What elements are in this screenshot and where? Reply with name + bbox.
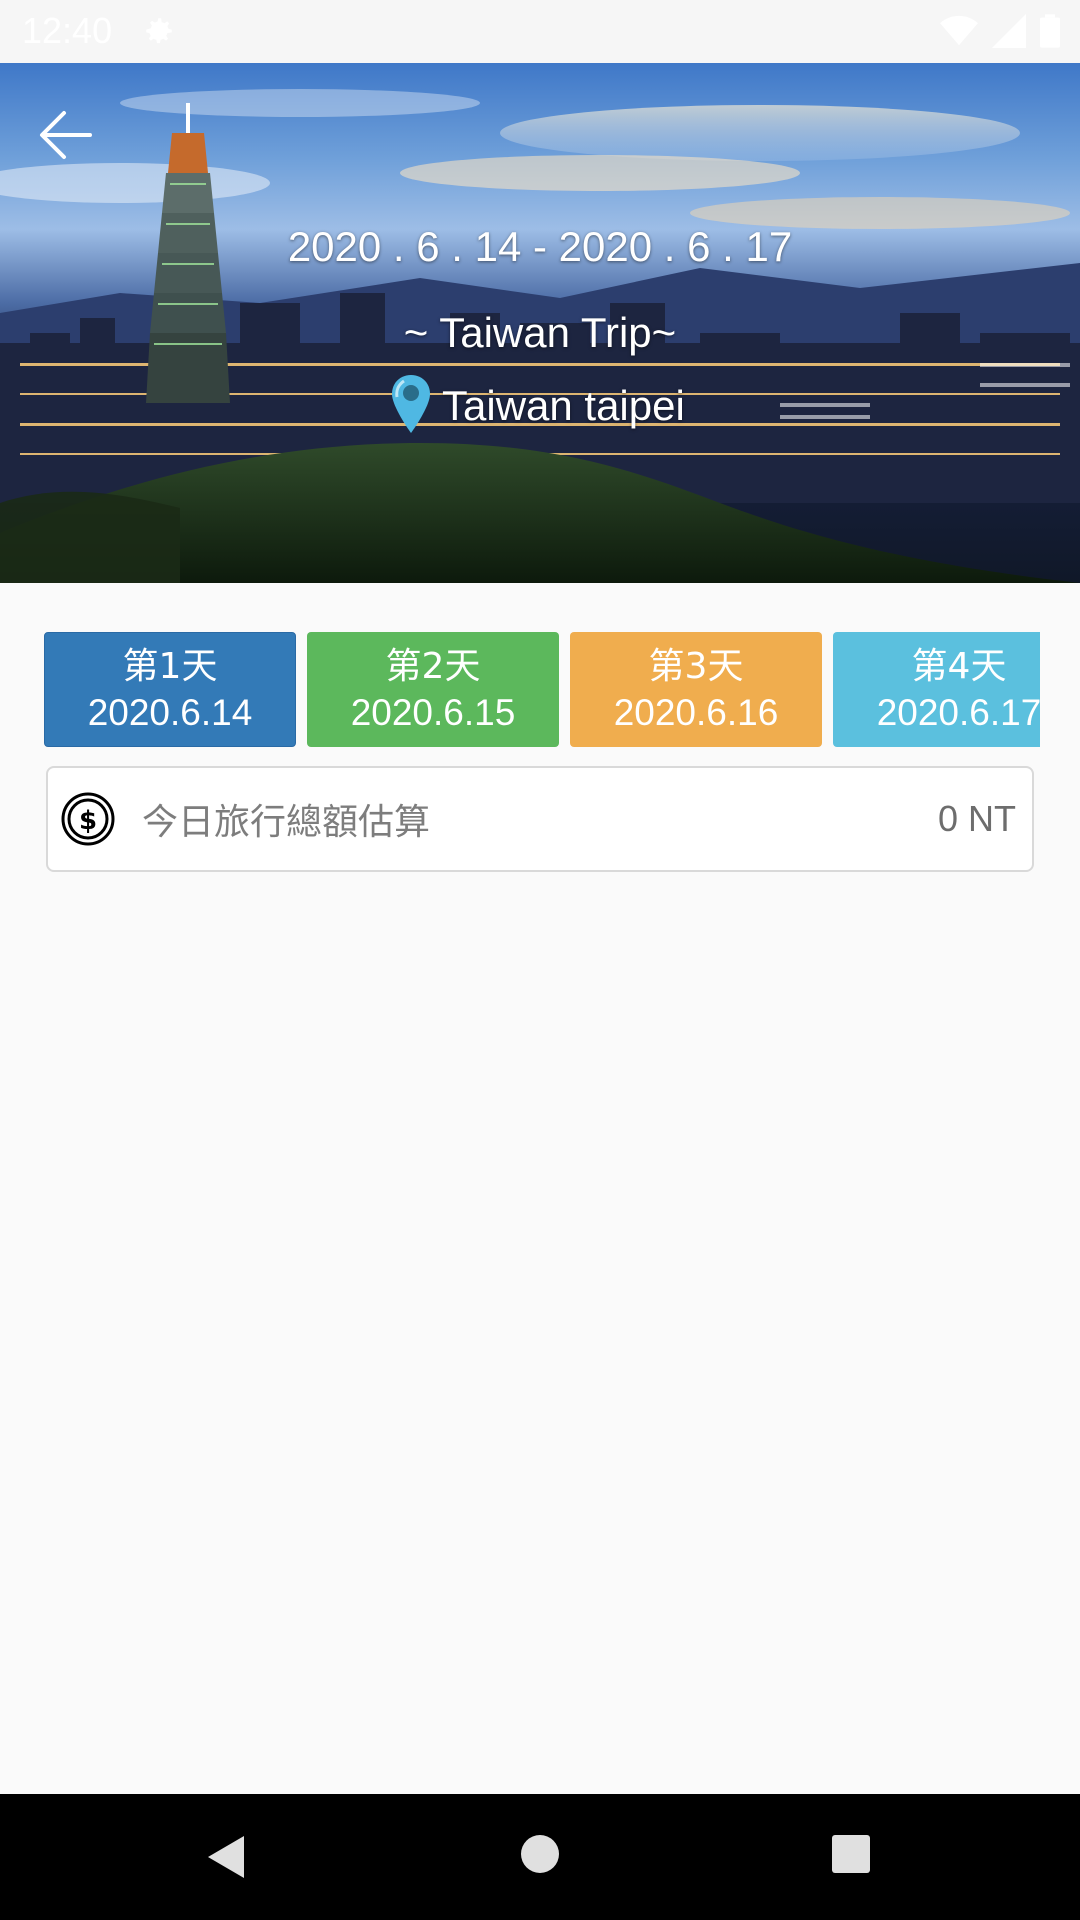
wifi-icon (940, 14, 978, 52)
day-tab-label: 第4天 (911, 645, 1007, 687)
day-tab-label: 第3天 (648, 645, 744, 687)
daily-budget-card[interactable]: $ 今日旅行總額估算 0 NT (46, 766, 1034, 872)
trip-title: ~ Taiwan Trip~ (403, 309, 677, 356)
home-circle-icon[interactable] (520, 1834, 560, 1878)
trip-location: Taiwan taipei (390, 373, 685, 439)
svg-text:$: $ (79, 806, 97, 836)
navigation-bar (0, 1794, 1080, 1920)
gear-icon (142, 14, 176, 52)
signal-icon (992, 14, 1026, 52)
day-tab-4[interactable]: 第4天 2020.6.17 (833, 632, 1040, 747)
day-tab-1[interactable]: 第1天 2020.6.14 (44, 632, 296, 747)
day-tab-label: 第1天 (122, 645, 218, 687)
trip-dates: 2020 . 6 . 14 - 2020 . 6 . 17 (287, 223, 793, 270)
budget-value: 0 NT (937, 798, 1016, 839)
day-tab-date: 2020.6.15 (350, 691, 516, 733)
day-tab-date: 2020.6.17 (876, 691, 1040, 733)
day-tabs: 第1天 2020.6.14 第2天 2020.6.15 第3天 2020.6.1… (44, 632, 1040, 748)
map-pin-icon (390, 373, 432, 439)
recents-square-icon[interactable] (831, 1834, 871, 1878)
day-tab-date: 2020.6.14 (87, 691, 253, 733)
day-tab-label: 第2天 (385, 645, 481, 687)
back-triangle-icon[interactable] (204, 1834, 248, 1884)
status-time: 12:40 (22, 10, 113, 51)
day-tab-date: 2020.6.16 (613, 691, 779, 733)
day-tab-2[interactable]: 第2天 2020.6.15 (307, 632, 559, 747)
status-bar: 12:40 (0, 0, 1080, 63)
hero-banner: 2020 . 6 . 14 - 2020 . 6 . 17 ~ Taiwan T… (0, 63, 1080, 583)
location-label: Taiwan taipei (442, 382, 685, 429)
battery-icon (1040, 14, 1060, 52)
budget-label: 今日旅行總額估算 (142, 802, 431, 843)
day-tab-3[interactable]: 第3天 2020.6.16 (570, 632, 822, 747)
dollar-circle-icon: $ (60, 791, 116, 847)
back-arrow-icon[interactable] (34, 103, 98, 167)
